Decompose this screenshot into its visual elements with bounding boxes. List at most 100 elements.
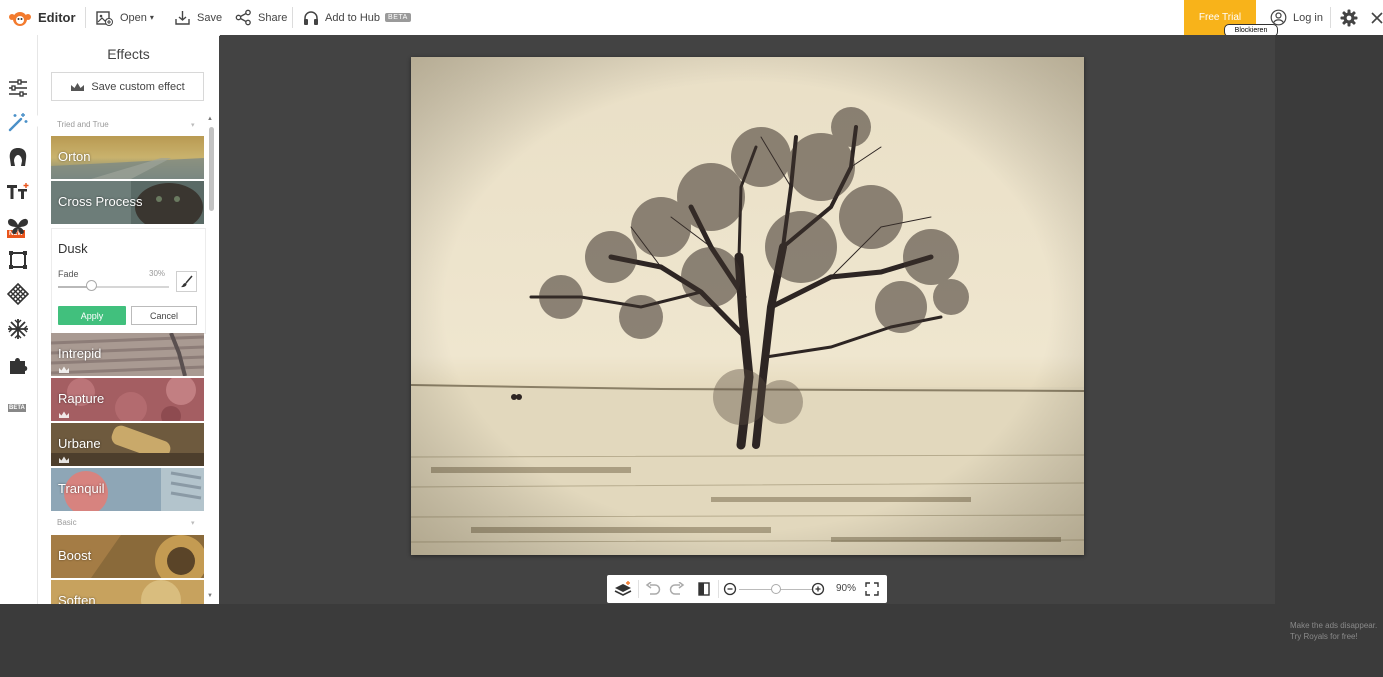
zoom-slider-handle[interactable]: [771, 584, 781, 594]
ad-gutter: [1275, 35, 1383, 604]
ad-notice[interactable]: Make the ads disappear. Try Royals for f…: [1290, 620, 1380, 642]
effect-tile-tranquil[interactable]: Tranquil: [51, 468, 204, 511]
effect-tile-boost[interactable]: Boost: [51, 535, 204, 578]
compare-button[interactable]: [694, 579, 714, 599]
settings-button[interactable]: [1340, 0, 1358, 35]
effect-tile-rapture[interactable]: Rapture: [51, 378, 204, 421]
close-icon: [1371, 11, 1383, 24]
fade-value: 30%: [149, 269, 166, 278]
redo-button[interactable]: [667, 579, 687, 599]
share-label: Share: [258, 11, 288, 24]
login-button[interactable]: Log in: [1270, 0, 1323, 35]
text-tool[interactable]: [5, 179, 31, 205]
zoom-out-button[interactable]: [722, 579, 738, 599]
undo-button[interactable]: [643, 579, 663, 599]
magic-wand-icon: [8, 113, 28, 132]
login-label: Log in: [1293, 11, 1323, 24]
ad-line-2: Try Royals for free!: [1290, 632, 1358, 641]
open-image-icon: [96, 10, 113, 26]
touch-up-tool[interactable]: [5, 144, 31, 170]
adjust-tool[interactable]: [5, 75, 31, 101]
app-title: Editor: [38, 10, 76, 25]
stickers-tool[interactable]: [5, 352, 31, 378]
user-icon: [1270, 9, 1287, 26]
toolbar-divider: [718, 580, 719, 598]
effect-tile-intrepid[interactable]: Intrepid: [51, 333, 204, 376]
snowflake-icon: [8, 319, 28, 339]
textures-tool[interactable]: [5, 281, 31, 307]
zoom-in-icon: [811, 582, 825, 596]
share-button[interactable]: Share: [235, 0, 287, 35]
save-custom-effect-button[interactable]: Save custom effect: [51, 72, 204, 101]
apply-button[interactable]: Apply: [58, 306, 126, 325]
puzzle-icon: [10, 358, 28, 374]
fullscreen-button[interactable]: [863, 579, 881, 599]
toolbar-divider: [292, 7, 293, 28]
effect-label: Soften: [58, 593, 96, 604]
open-button[interactable]: Open ▾: [95, 0, 154, 35]
save-label: Save: [197, 11, 223, 24]
caret-down-icon[interactable]: ▾: [191, 121, 195, 129]
section-header-basic[interactable]: Basic: [57, 518, 77, 527]
zoom-level: 90%: [836, 583, 857, 594]
zoom-in-button[interactable]: [810, 579, 826, 599]
headphones-icon: [304, 10, 318, 25]
butterfly-icon: [8, 218, 28, 235]
ad-line-1: Make the ads disappear.: [1290, 621, 1378, 630]
layers-icon: [614, 581, 632, 596]
beta-badge: BETA: [8, 404, 26, 412]
panel-scrollbar-thumb[interactable]: [209, 127, 214, 211]
frames-tool[interactable]: [5, 247, 31, 273]
brush-button[interactable]: [176, 271, 197, 292]
cancel-button[interactable]: Cancel: [131, 306, 197, 325]
effect-tile-orton[interactable]: Orton: [51, 136, 204, 179]
save-custom-label: Save custom effect: [91, 80, 185, 93]
effect-dusk-settings: Dusk Fade 30% Apply Cancel: [51, 228, 206, 334]
toolbar-divider: [85, 7, 86, 28]
effect-label: Rapture: [58, 391, 105, 406]
fade-label: Fade: [58, 269, 79, 279]
effects-panel: Effects Save custom effect Tried and Tru…: [38, 35, 219, 604]
effect-label: Cross Process: [58, 194, 143, 209]
adjust-icon: [9, 79, 27, 97]
effect-label: Urbane: [58, 436, 101, 451]
zoom-out-icon: [723, 582, 737, 596]
edited-photo[interactable]: [411, 57, 1084, 555]
app-logo[interactable]: Editor: [8, 0, 76, 35]
free-trial-label: Free Trial: [1198, 12, 1242, 23]
crown-icon: [71, 82, 85, 91]
compare-icon: [698, 582, 710, 596]
effect-label: Orton: [58, 149, 91, 164]
scroll-down-icon[interactable]: ▼: [207, 593, 213, 599]
scroll-up-icon[interactable]: ▲: [207, 116, 213, 122]
gear-icon: [1340, 9, 1358, 26]
redo-icon: [669, 582, 685, 595]
layers-button[interactable]: [613, 579, 633, 599]
effects-tool[interactable]: [5, 109, 31, 135]
caret-down-icon[interactable]: ▾: [191, 519, 195, 527]
top-bar: Editor Open ▾ Save Share Add to Hub BETA…: [0, 0, 1383, 37]
face-icon: [9, 148, 27, 166]
add-to-hub-button[interactable]: Add to Hub BETA: [302, 0, 411, 35]
frame-icon: [9, 251, 27, 269]
effect-tile-urbane[interactable]: Urbane: [51, 423, 204, 466]
fade-slider-handle[interactable]: [85, 280, 97, 291]
themes-tool[interactable]: [5, 316, 31, 342]
text-icon: [7, 183, 29, 199]
save-button[interactable]: Save: [174, 0, 222, 35]
overlays-tool[interactable]: [5, 213, 31, 239]
texture-icon: [7, 283, 29, 305]
effect-label: Tranquil: [58, 481, 105, 496]
crown-icon: [59, 456, 69, 463]
fullscreen-icon: [865, 582, 879, 596]
effect-tile-soften[interactable]: Soften: [51, 580, 204, 604]
undo-icon: [645, 582, 661, 595]
chevron-down-icon: ▾: [149, 13, 154, 22]
effect-tile-cross-process[interactable]: Cross Process: [51, 181, 204, 224]
section-header-tried-and-true[interactable]: Tried and True: [57, 120, 109, 129]
panel-title: Effects: [107, 46, 150, 62]
canvas-toolbar: 90%: [607, 575, 887, 603]
close-button[interactable]: [1371, 0, 1383, 35]
open-label: Open: [120, 11, 147, 24]
toolbar-divider: [1330, 7, 1331, 28]
